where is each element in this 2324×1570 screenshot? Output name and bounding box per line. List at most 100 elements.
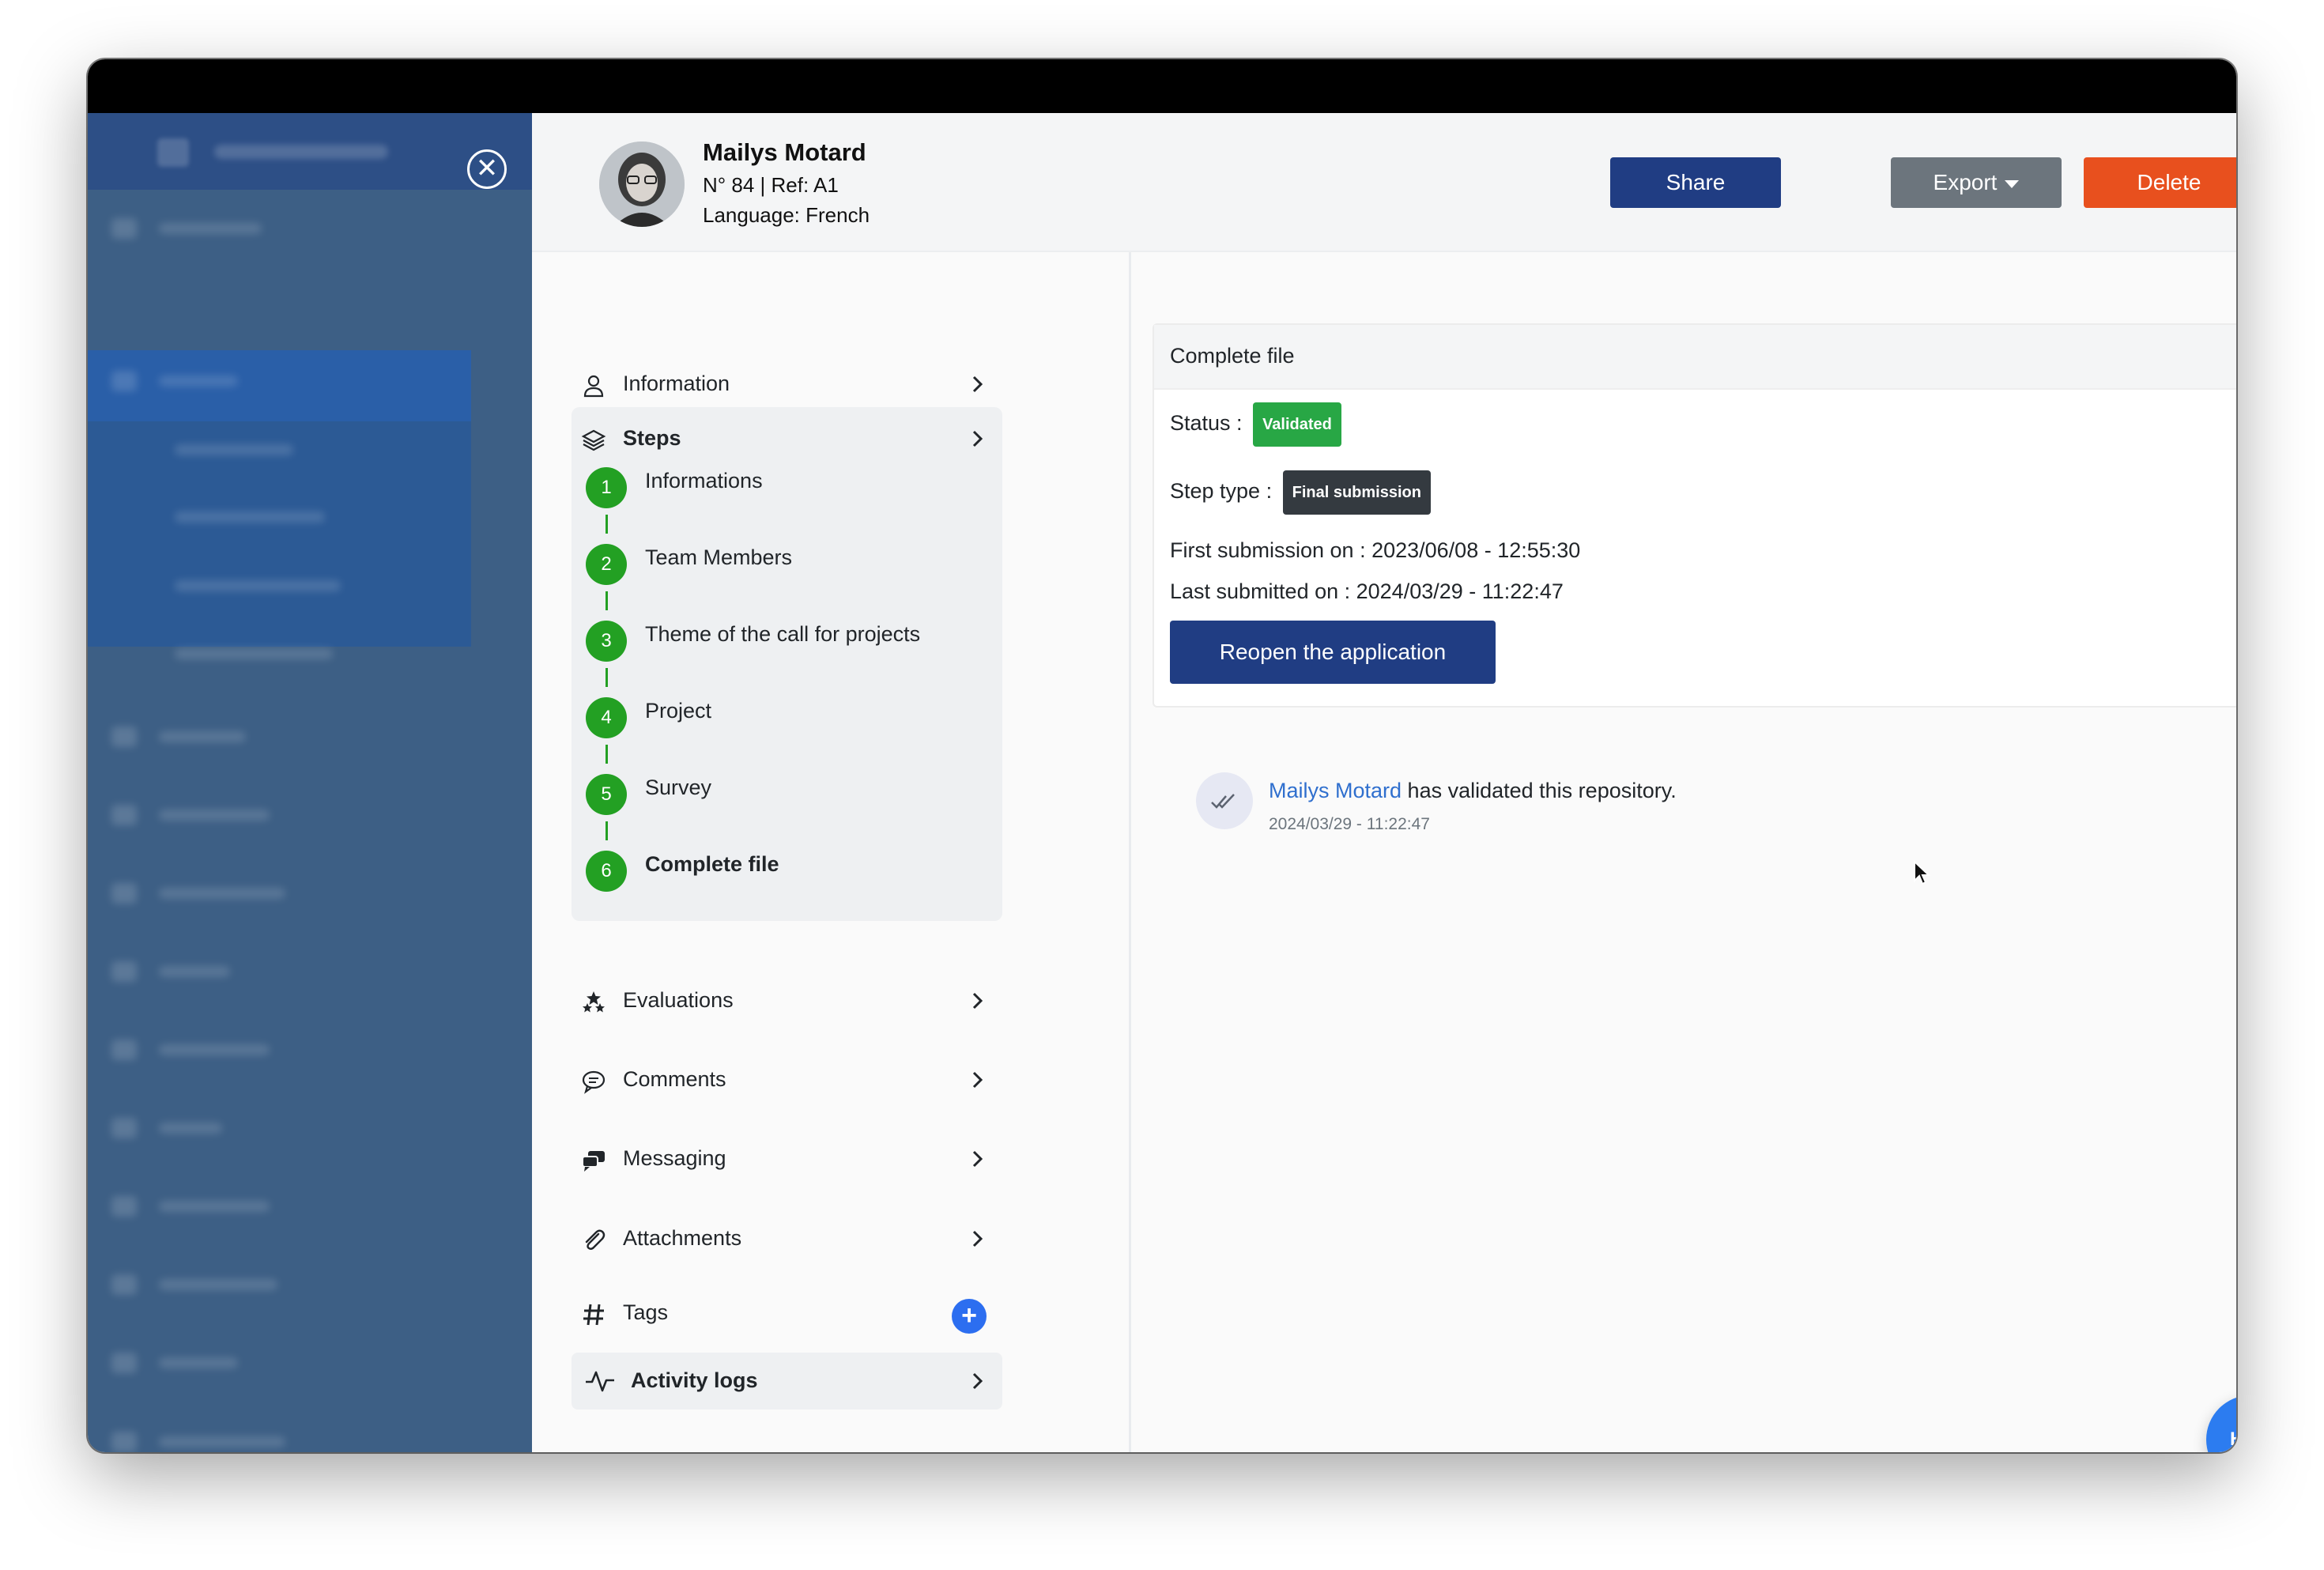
application-panel: Mailys Motard N° 84 | Ref: A1 Language: … — [532, 113, 2236, 1452]
card-header: Complete file — [1154, 325, 2236, 390]
background-nav-row — [111, 955, 443, 987]
background-nav-row — [111, 212, 443, 243]
background-nav-row — [111, 364, 443, 396]
step-item-complete-file[interactable]: 6 Complete file — [586, 851, 981, 898]
user-language: Language: French — [703, 203, 870, 227]
background-nav-row — [111, 637, 443, 669]
step-item-survey[interactable]: 5 Survey — [586, 774, 981, 821]
chevron-right-icon — [972, 376, 983, 393]
first-submission: First submission on : 2023/06/08 - 12:55… — [1170, 538, 1581, 562]
background-nav-row — [111, 1111, 443, 1143]
step-connector — [606, 745, 608, 764]
status-row: Status : Validated — [1170, 402, 1341, 447]
double-check-icon — [1196, 772, 1253, 829]
nav-label-evaluations: Evaluations — [623, 988, 734, 1012]
paperclip-icon — [585, 1229, 606, 1250]
nav-label-tags: Tags — [623, 1300, 669, 1324]
step-number: 2 — [586, 544, 627, 585]
step-type-row: Step type : Final submission — [1170, 470, 1431, 515]
layers-icon — [581, 429, 606, 451]
background-nav-row — [111, 1268, 443, 1300]
background-nav-row — [111, 1033, 443, 1065]
delete-button-label: Delete — [2137, 170, 2201, 194]
panel-divider — [1129, 252, 1131, 1452]
background-nav-row — [111, 500, 443, 532]
panel-header: Mailys Motard N° 84 | Ref: A1 Language: … — [532, 113, 2236, 252]
step-type-label: Step type : — [1170, 479, 1273, 504]
nav-item-information[interactable]: Information — [572, 356, 1002, 411]
background-nav-row — [111, 877, 443, 908]
nav-item-messaging[interactable]: Messaging — [572, 1130, 1002, 1186]
step-number: 6 — [586, 851, 627, 892]
background-nav-row — [111, 569, 443, 601]
background-nav-row — [111, 1425, 443, 1452]
background-logo — [157, 138, 189, 167]
chevron-right-icon — [972, 1071, 983, 1089]
activity-icon — [586, 1371, 614, 1392]
log-text: Mailys Motard has validated this reposit… — [1269, 779, 1677, 803]
step-label: Complete file — [645, 852, 779, 876]
step-number: 1 — [586, 467, 627, 508]
step-item-team-members[interactable]: 2 Team Members — [586, 544, 981, 591]
background-nav-row — [111, 1346, 443, 1378]
export-button[interactable]: Export — [1891, 157, 2062, 208]
background-nav-row — [111, 720, 443, 752]
step-connector — [606, 515, 608, 534]
step-number: 3 — [586, 621, 627, 662]
user-name: Mailys Motard — [703, 138, 866, 166]
nav-item-activity-logs[interactable]: Activity logs — [572, 1353, 1002, 1410]
step-item-informations[interactable]: 1 Informations — [586, 467, 981, 515]
status-label: Status : — [1170, 411, 1243, 436]
app-window: ✕ Mailys Motard N° 84 | Ref: A1 Language… — [88, 59, 2236, 1452]
card-title: Complete file — [1170, 344, 1295, 368]
step-connector — [606, 821, 608, 840]
nav-label-attachments: Attachments — [623, 1226, 742, 1250]
chevron-right-icon — [972, 430, 983, 447]
step-type-badge: Final submission — [1282, 470, 1431, 515]
step-label: Team Members — [645, 545, 793, 569]
user-ref: N° 84 | Ref: A1 — [703, 173, 839, 197]
step-connector — [606, 591, 608, 610]
reopen-application-button[interactable]: Reopen the application — [1170, 621, 1496, 684]
log-date: 2024/03/29 - 11:22:47 — [1269, 815, 1430, 833]
step-label: Theme of the call for projects — [645, 622, 921, 646]
chevron-right-icon — [972, 1230, 983, 1247]
nav-label-information: Information — [623, 372, 730, 395]
log-message: has validated this repository. — [1402, 779, 1677, 802]
export-button-label: Export — [1933, 170, 1998, 194]
background-nav-row — [111, 1190, 443, 1221]
step-item-theme[interactable]: 3 Theme of the call for projects — [586, 621, 981, 668]
steps-section: Steps 1 Informations 2 Team Members 3 Th… — [572, 407, 1002, 921]
chevron-right-icon — [972, 1150, 983, 1168]
close-icon[interactable]: ✕ — [467, 149, 507, 189]
nav-label-activity-logs: Activity logs — [631, 1368, 758, 1392]
share-button[interactable]: Share — [1610, 157, 1781, 208]
add-tag-button[interactable]: + — [952, 1299, 987, 1334]
avatar — [599, 142, 685, 227]
hashtag-icon — [583, 1304, 604, 1326]
step-item-project[interactable]: 4 Project — [586, 697, 981, 745]
step-number: 4 — [586, 697, 627, 738]
step-details-card: Complete file Status : Validated Step ty… — [1153, 323, 2236, 708]
nav-item-comments[interactable]: Comments — [572, 1051, 1002, 1107]
background-title — [214, 145, 388, 159]
nav-item-evaluations[interactable]: Evaluations — [572, 972, 1002, 1028]
steps-title[interactable]: Steps — [623, 426, 681, 451]
messages-icon — [582, 1151, 605, 1172]
step-connector — [606, 668, 608, 687]
background-nav-row — [111, 433, 443, 465]
comment-icon — [582, 1070, 606, 1094]
delete-button[interactable]: Delete — [2084, 157, 2236, 208]
status-badge: Validated — [1253, 402, 1341, 447]
step-label: Informations — [645, 469, 763, 493]
step-number: 5 — [586, 774, 627, 815]
caret-down-icon — [2005, 179, 2020, 188]
window-titlebar — [88, 59, 2236, 113]
chevron-right-icon — [972, 992, 983, 1010]
nav-label-comments: Comments — [623, 1067, 726, 1091]
log-user-link[interactable]: Mailys Motard — [1269, 779, 1402, 802]
stars-icon — [583, 991, 605, 1013]
share-button-label: Share — [1666, 170, 1726, 194]
chevron-right-icon — [972, 1372, 983, 1390]
nav-item-attachments[interactable]: Attachments — [572, 1210, 1002, 1266]
